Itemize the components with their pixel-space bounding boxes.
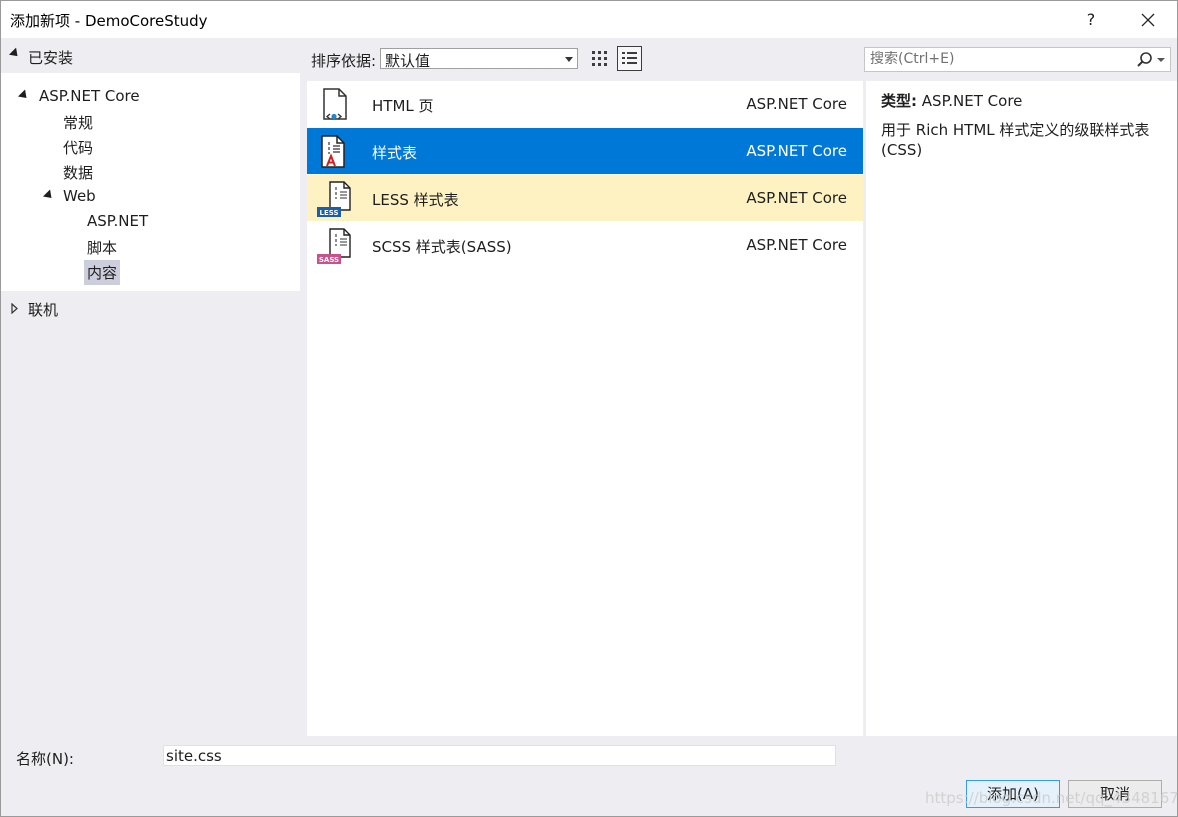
search-icon[interactable] xyxy=(1136,51,1154,69)
type-label: 类型: xyxy=(881,92,917,110)
template-tree: ASP.NET Core 常规 代码 数据 Web ASP.NET 脚本 内容 xyxy=(1,73,300,291)
tree-node-data[interactable]: 数据 xyxy=(63,162,93,183)
template-name: SCSS 样式表(SASS) xyxy=(372,238,512,256)
close-button[interactable] xyxy=(1131,5,1165,35)
chevron-down-icon xyxy=(565,57,573,62)
cancel-button[interactable]: 取消 xyxy=(1068,780,1162,808)
template-name: HTML 页 xyxy=(372,97,434,115)
grid-view-button[interactable] xyxy=(588,47,612,71)
grid-view-icon xyxy=(592,51,607,66)
expand-arrow-icon[interactable] xyxy=(17,89,31,102)
less-stylesheet-icon: LESS xyxy=(317,181,351,217)
template-list: HTML 页 ASP.NET Core 样式表 ASP.NET Core LES… xyxy=(307,81,863,736)
add-button[interactable]: 添加(A) xyxy=(966,780,1060,808)
tree-node-aspnet-core[interactable]: ASP.NET Core xyxy=(39,87,140,105)
template-description: 用于 Rich HTML 样式定义的级联样式表(CSS) xyxy=(881,121,1150,159)
expand-arrow-icon[interactable] xyxy=(42,189,56,202)
online-label: 联机 xyxy=(28,301,59,319)
tree-node-web[interactable]: Web xyxy=(63,187,96,205)
stylesheet-icon xyxy=(321,135,345,168)
sort-label: 排序依据: xyxy=(311,52,377,70)
html-page-icon xyxy=(323,88,347,120)
template-category: ASP.NET Core xyxy=(746,142,847,160)
title-bar: 添加新项 - DemoCoreStudy ? xyxy=(1,1,1177,38)
collapse-arrow-icon xyxy=(8,47,22,60)
template-type-line: 类型: ASP.NET Core xyxy=(881,90,1022,111)
sort-dropdown[interactable]: 默认值 xyxy=(380,48,578,70)
template-row-scss-stylesheet[interactable]: SASS SCSS 样式表(SASS) ASP.NET Core xyxy=(307,222,863,268)
installed-section-header[interactable]: 已安装 xyxy=(1,40,301,72)
template-category: ASP.NET Core xyxy=(746,95,847,113)
list-view-icon xyxy=(622,52,637,64)
close-icon xyxy=(1141,13,1155,27)
installed-label: 已安装 xyxy=(28,49,74,67)
template-name: LESS 样式表 xyxy=(372,191,459,209)
template-row-stylesheet[interactable]: 样式表 ASP.NET Core xyxy=(307,128,863,174)
template-row-html-page[interactable]: HTML 页 ASP.NET Core xyxy=(307,81,863,127)
type-value: ASP.NET Core xyxy=(921,92,1023,110)
scss-stylesheet-icon: SASS xyxy=(317,228,351,264)
tree-node-content[interactable]: 内容 xyxy=(84,260,121,285)
template-category: ASP.NET Core xyxy=(746,189,847,207)
template-name: 样式表 xyxy=(372,144,418,162)
online-section-header[interactable]: 联机 xyxy=(1,294,301,324)
tree-node-general[interactable]: 常规 xyxy=(63,112,93,133)
name-field[interactable] xyxy=(163,745,836,766)
tree-node-code[interactable]: 代码 xyxy=(63,137,93,158)
search-input[interactable] xyxy=(870,50,1120,68)
details-panel: 类型: ASP.NET Core 用于 Rich HTML 样式定义的级联样式表… xyxy=(866,81,1177,736)
chevron-down-icon[interactable] xyxy=(1157,58,1165,62)
tree-node-script[interactable]: 脚本 xyxy=(87,237,117,258)
template-row-less-stylesheet[interactable]: LESS LESS 样式表 ASP.NET Core xyxy=(307,175,863,221)
search-box[interactable] xyxy=(864,47,1171,72)
expand-arrow-icon xyxy=(11,303,18,314)
list-view-button[interactable] xyxy=(617,46,642,71)
sass-badge-text: SASS xyxy=(319,256,339,264)
name-label: 名称(N): xyxy=(16,750,74,768)
tree-node-aspnet[interactable]: ASP.NET xyxy=(87,212,148,230)
template-category: ASP.NET Core xyxy=(746,236,847,254)
sort-selected-value: 默认值 xyxy=(385,52,431,70)
less-badge-text: LESS xyxy=(319,209,338,217)
window-title: 添加新项 - DemoCoreStudy xyxy=(10,12,208,30)
help-button[interactable]: ? xyxy=(1075,5,1107,35)
